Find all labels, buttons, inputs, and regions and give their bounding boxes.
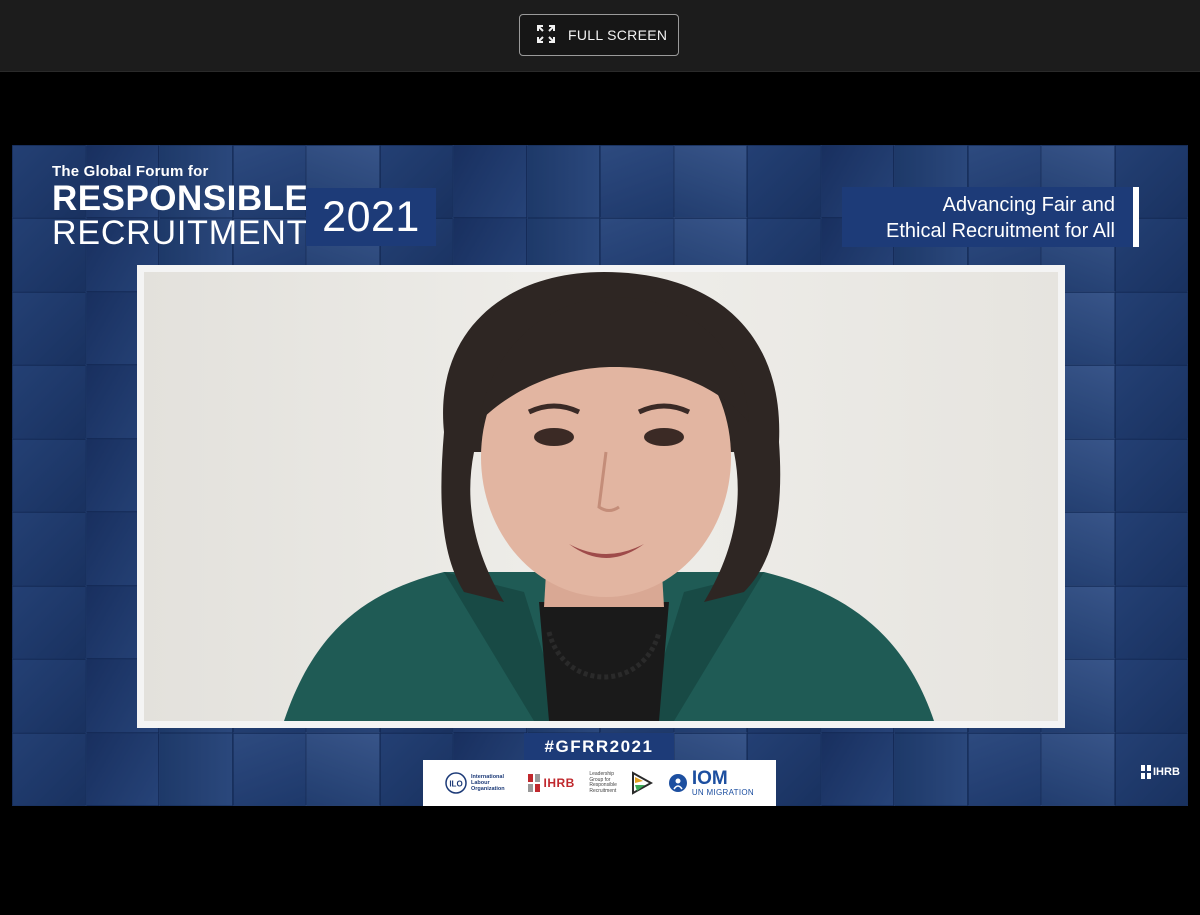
iom-subtitle: UN MIGRATION — [691, 787, 754, 797]
ihrb-logo: IHRB — [527, 774, 575, 792]
expand-arrows-icon — [536, 24, 556, 47]
fullscreen-button[interactable]: FULL SCREEN — [519, 14, 679, 56]
speaker-video-frame — [137, 265, 1065, 728]
lgrr-arrow-icon — [632, 771, 654, 795]
tagline-line1: Advancing Fair and — [942, 194, 1115, 216]
corner-ihrb-mark-icon — [1141, 765, 1151, 779]
tagline-line2: Ethical Recruitment for All — [886, 220, 1115, 242]
sponsor-logos: ILO International Labour Organization IH… — [423, 760, 776, 806]
iom-logo: IOM UN MIGRATION — [668, 767, 754, 797]
iom-globe-icon — [668, 774, 687, 792]
ilo-logo: ILO International Labour Organization — [445, 772, 513, 794]
event-stage: The Global Forum for RESPONSIBLE RECRUIT… — [12, 145, 1188, 806]
event-hashtag: #GFRR2021 — [524, 733, 674, 761]
viewer-toolbar: FULL SCREEN — [0, 0, 1200, 72]
event-brand: The Global Forum for RESPONSIBLE RECRUIT… — [52, 163, 308, 250]
iom-name: IOM — [691, 767, 728, 789]
event-year: 2021 — [306, 188, 436, 246]
ilo-emblem-icon: ILO — [445, 772, 467, 794]
event-title-line1: RESPONSIBLE — [52, 179, 309, 218]
lgrr-logo: Leadership Group for Responsible Recruit… — [589, 771, 654, 795]
corner-logo-text: IHRB — [1153, 766, 1180, 778]
fullscreen-label: FULL SCREEN — [568, 27, 668, 43]
speaker-figure — [144, 272, 1058, 721]
event-title-line2: RECRUITMENT — [52, 214, 309, 252]
speaker-video[interactable] — [144, 272, 1058, 721]
event-kicker: The Global Forum for — [52, 163, 209, 180]
ilo-name: International Labour Organization — [471, 774, 505, 792]
svg-text:ILO: ILO — [449, 780, 462, 789]
ihrb-mark-icon — [527, 774, 540, 792]
ihrb-name: IHRB — [543, 776, 575, 790]
event-tagline: Advancing Fair and Ethical Recruitment f… — [842, 187, 1139, 247]
corner-ihrb-logo: IHRB — [1141, 765, 1180, 779]
lgrr-name: Leadership Group for Responsible Recruit… — [589, 771, 617, 794]
